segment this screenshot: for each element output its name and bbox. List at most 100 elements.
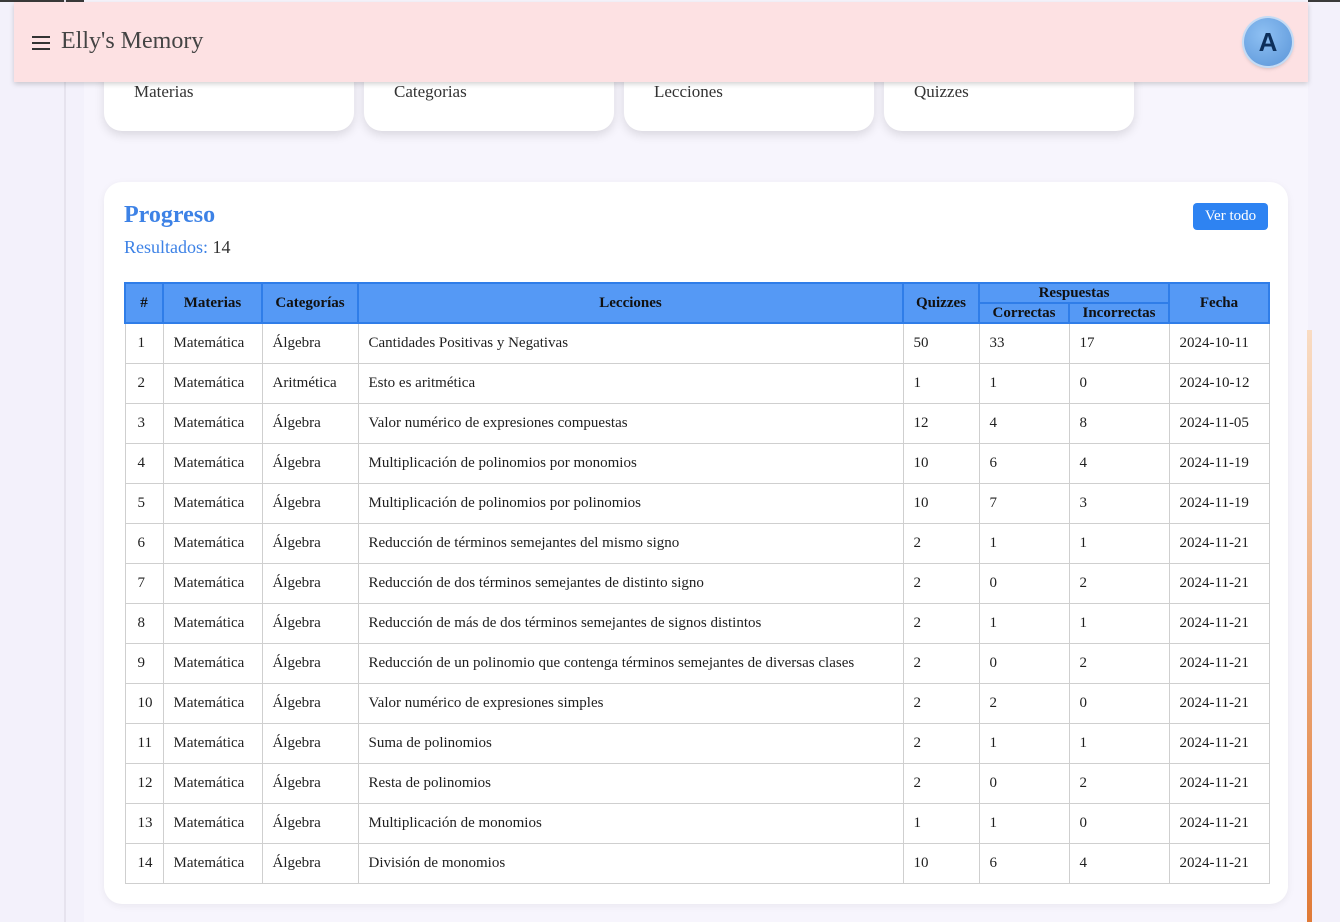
row-correct: 6 bbox=[978, 843, 1070, 884]
row-date: 2024-11-21 bbox=[1168, 843, 1270, 884]
row-date: 2024-11-21 bbox=[1168, 683, 1270, 724]
progress-table: # Materias Categorías Lecciones Quizzes … bbox=[124, 282, 1270, 884]
table-row[interactable]: 1 Matemática Álgebra Cantidades Positivas y… bbox=[124, 322, 1270, 364]
header-incorrect[interactable]: Incorrectas bbox=[1068, 302, 1170, 324]
row-lesson: Multiplicación de polinomios por monomio… bbox=[357, 443, 904, 484]
table-row[interactable]: 5 Matemática Álgebra Multiplicación de poli… bbox=[124, 483, 1270, 524]
row-quizzes: 1 bbox=[902, 363, 980, 404]
row-incorrect: 0 bbox=[1068, 803, 1170, 844]
app-title: Elly's Memory bbox=[61, 28, 204, 54]
row-quizzes: 2 bbox=[902, 523, 980, 564]
header-date[interactable]: Fecha bbox=[1168, 282, 1270, 324]
progress-table-body: 1 Matemática Álgebra Cantidades Positivas y… bbox=[124, 322, 1270, 884]
row-lesson: Reducción de más de dos términos semejan… bbox=[357, 603, 904, 644]
row-lesson: Valor numérico de expresiones simples bbox=[357, 683, 904, 724]
header-num[interactable]: # bbox=[124, 282, 164, 324]
row-subject: Matemática bbox=[162, 843, 263, 884]
row-date: 2024-10-12 bbox=[1168, 363, 1270, 404]
header-correct[interactable]: Correctas bbox=[978, 302, 1070, 324]
row-lesson: Reducción de términos semejantes del mis… bbox=[357, 523, 904, 564]
results-label: Resultados: bbox=[124, 237, 208, 257]
row-category: Álgebra bbox=[261, 563, 359, 604]
row-date: 2024-11-21 bbox=[1168, 803, 1270, 844]
row-num: 13 bbox=[124, 803, 164, 844]
header-lessons[interactable]: Lecciones bbox=[357, 282, 904, 324]
table-row[interactable]: 11 Matemática Álgebra Suma de polinomios 2 1 1… bbox=[124, 723, 1270, 764]
row-subject: Matemática bbox=[162, 803, 263, 844]
see-all-button[interactable]: Ver todo bbox=[1193, 203, 1268, 230]
row-num: 12 bbox=[124, 763, 164, 804]
table-row[interactable]: 7 Matemática Álgebra Reducción de dos térmi… bbox=[124, 563, 1270, 604]
header-subjects[interactable]: Materias bbox=[162, 282, 263, 324]
row-num: 6 bbox=[124, 523, 164, 564]
row-category: Álgebra bbox=[261, 403, 359, 444]
row-lesson: Resta de polinomios bbox=[357, 763, 904, 804]
row-num: 14 bbox=[124, 843, 164, 884]
row-correct: 1 bbox=[978, 363, 1070, 404]
table-row[interactable]: 8 Matemática Álgebra Reducción de más de do… bbox=[124, 603, 1270, 644]
table-row[interactable]: 13 Matemática Álgebra Multiplicación de mon… bbox=[124, 803, 1270, 844]
row-category: Aritmética bbox=[261, 363, 359, 404]
table-row[interactable]: 10 Matemática Álgebra Valor numérico de exp… bbox=[124, 683, 1270, 724]
header-quizzes[interactable]: Quizzes bbox=[902, 282, 980, 324]
stat-card-label: Materias bbox=[134, 82, 194, 101]
row-date: 2024-11-05 bbox=[1168, 403, 1270, 444]
table-row[interactable]: 6 Matemática Álgebra Reducción de términos … bbox=[124, 523, 1270, 564]
row-date: 2024-11-21 bbox=[1168, 603, 1270, 644]
row-category: Álgebra bbox=[261, 483, 359, 524]
table-row[interactable]: 3 Matemática Álgebra Valor numérico de expr… bbox=[124, 403, 1270, 444]
row-correct: 0 bbox=[978, 763, 1070, 804]
scroll-accent-bar[interactable] bbox=[1307, 330, 1312, 922]
table-row[interactable]: 12 Matemática Álgebra Resta de polinomios 2 0… bbox=[124, 763, 1270, 804]
table-row[interactable]: 2 Matemática Aritmética Esto es aritmética 1… bbox=[124, 363, 1270, 404]
row-correct: 1 bbox=[978, 523, 1070, 564]
row-category: Álgebra bbox=[261, 723, 359, 764]
menu-icon[interactable] bbox=[32, 36, 50, 50]
row-num: 9 bbox=[124, 643, 164, 684]
row-category: Álgebra bbox=[261, 443, 359, 484]
user-avatar[interactable]: A bbox=[1244, 18, 1292, 66]
row-incorrect: 1 bbox=[1068, 603, 1170, 644]
row-correct: 0 bbox=[978, 563, 1070, 604]
row-num: 4 bbox=[124, 443, 164, 484]
row-incorrect: 4 bbox=[1068, 443, 1170, 484]
row-quizzes: 50 bbox=[902, 322, 980, 364]
header-answers: Respuestas bbox=[978, 282, 1170, 304]
row-num: 7 bbox=[124, 563, 164, 604]
row-subject: Matemática bbox=[162, 322, 263, 364]
table-row[interactable]: 9 Matemática Álgebra Reducción de un polino… bbox=[124, 643, 1270, 684]
header-categories[interactable]: Categorías bbox=[261, 282, 359, 324]
row-quizzes: 2 bbox=[902, 683, 980, 724]
row-subject: Matemática bbox=[162, 483, 263, 524]
table-row[interactable]: 4 Matemática Álgebra Multiplicación de poli… bbox=[124, 443, 1270, 484]
left-rail bbox=[64, 0, 66, 922]
row-subject: Matemática bbox=[162, 563, 263, 604]
row-quizzes: 10 bbox=[902, 443, 980, 484]
row-subject: Matemática bbox=[162, 363, 263, 404]
row-num: 10 bbox=[124, 683, 164, 724]
row-incorrect: 2 bbox=[1068, 643, 1170, 684]
row-num: 2 bbox=[124, 363, 164, 404]
row-quizzes: 2 bbox=[902, 763, 980, 804]
row-quizzes: 10 bbox=[902, 483, 980, 524]
row-category: Álgebra bbox=[261, 322, 359, 364]
row-incorrect: 1 bbox=[1068, 523, 1170, 564]
row-quizzes: 10 bbox=[902, 843, 980, 884]
row-incorrect: 0 bbox=[1068, 363, 1170, 404]
row-subject: Matemática bbox=[162, 403, 263, 444]
row-num: 11 bbox=[124, 723, 164, 764]
row-correct: 2 bbox=[978, 683, 1070, 724]
row-lesson: Esto es aritmética bbox=[357, 363, 904, 404]
row-subject: Matemática bbox=[162, 443, 263, 484]
row-lesson: Valor numérico de expresiones compuestas bbox=[357, 403, 904, 444]
row-num: 5 bbox=[124, 483, 164, 524]
row-subject: Matemática bbox=[162, 723, 263, 764]
row-lesson: Reducción de un polinomio que contenga t… bbox=[357, 643, 904, 684]
row-incorrect: 1 bbox=[1068, 723, 1170, 764]
table-row[interactable]: 14 Matemática Álgebra División de monomios 1… bbox=[124, 843, 1270, 884]
row-category: Álgebra bbox=[261, 763, 359, 804]
row-subject: Matemática bbox=[162, 643, 263, 684]
app-header: Elly's Memory A bbox=[14, 2, 1308, 82]
row-date: 2024-11-21 bbox=[1168, 523, 1270, 564]
row-quizzes: 1 bbox=[902, 803, 980, 844]
